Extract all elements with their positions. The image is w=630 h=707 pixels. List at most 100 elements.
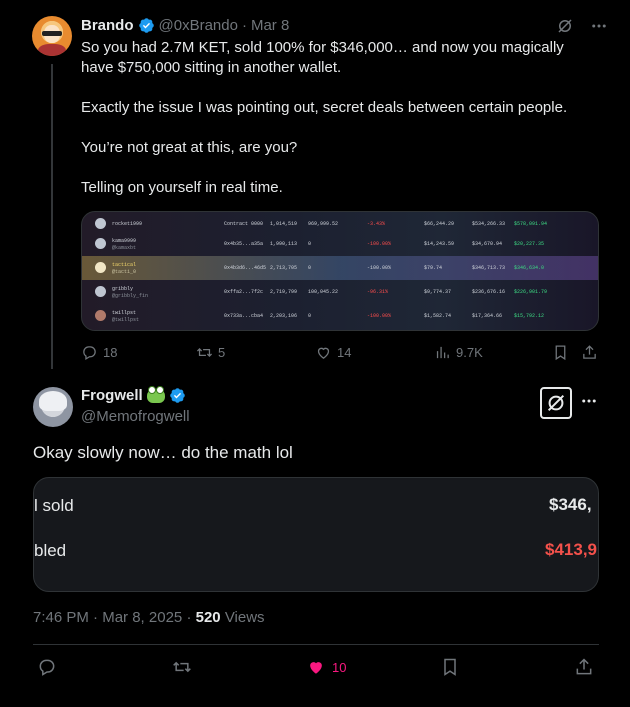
- reply-button[interactable]: [37, 657, 57, 677]
- media-cell: 0x4b3d6...46d5: [224, 265, 267, 271]
- separator-dot: ·: [93, 609, 99, 626]
- main-tweet-author: Frogwell: [81, 385, 186, 404]
- author-handle[interactable]: @0xBrando: [159, 17, 238, 34]
- bookmark-icon: [555, 345, 566, 361]
- media-cell: 0x4b35...a35a: [224, 241, 264, 247]
- main-tweet-text: Okay slowly now… do the math lol: [33, 443, 293, 462]
- views-chart-icon: [436, 346, 449, 359]
- views-label: Views: [224, 609, 265, 626]
- grok-icon: [547, 394, 565, 412]
- media-cell: -96.31%: [367, 289, 389, 295]
- media-cell: 0: [308, 313, 312, 319]
- parent-tweet[interactable]: Brando @0xBrando · Mar 8 So you had 2.7M…: [0, 0, 630, 380]
- media-cell: $34,670.94: [472, 241, 503, 247]
- media-cell: 100,045.22: [308, 289, 339, 295]
- tweet-paragraph: Telling on yourself in real time.: [81, 179, 283, 196]
- media-cell: $15,792.12: [514, 313, 545, 319]
- media-cell: @twillpst: [112, 317, 140, 323]
- card-label-second: bled: [34, 541, 67, 560]
- frog-emoji-icon: [146, 385, 165, 403]
- card-value-sold: $346,: [549, 495, 592, 514]
- separator-dot: ·: [186, 609, 192, 626]
- author-handle[interactable]: @Memofrogwell: [81, 408, 190, 425]
- media-avatar: [95, 238, 106, 249]
- reply-button[interactable]: 18: [81, 344, 117, 361]
- media-cell: 0x733a...cba4: [224, 313, 264, 319]
- main-tweet-actions: 10: [33, 657, 599, 679]
- tweet-media-card[interactable]: l sold $346, bled $413,9: [33, 477, 599, 592]
- repost-button[interactable]: [172, 657, 192, 677]
- reply-icon: [83, 346, 96, 361]
- share-icon: [583, 345, 596, 359]
- tweet-time[interactable]: 7:46 PM: [33, 609, 89, 626]
- author-name[interactable]: Frogwell: [81, 387, 143, 404]
- like-button[interactable]: 10: [306, 657, 346, 677]
- media-cell: $236,676.16: [472, 289, 506, 295]
- share-button[interactable]: [581, 344, 598, 361]
- media-cell: $79.74: [424, 265, 443, 271]
- tweet-media-image[interactable]: rocket1999 Contract 0000 1,014,519 969,9…: [81, 211, 599, 331]
- repost-icon: [173, 661, 191, 673]
- media-avatar: [95, 262, 106, 273]
- media-cell: 969,999.52: [308, 221, 339, 227]
- media-cell: -100.00%: [367, 241, 392, 247]
- grok-button[interactable]: [540, 387, 572, 419]
- media-cell: Contract 0000: [224, 221, 264, 227]
- media-avatar: [95, 310, 106, 321]
- media-cell: $346,713.73: [472, 265, 506, 271]
- media-cell: -100.00%: [367, 313, 392, 319]
- tweet-full-date[interactable]: Mar 8, 2025: [102, 609, 182, 626]
- parent-tweet-text: So you had 2.7M KET, sold 100% for $346,…: [81, 38, 591, 218]
- repost-count: 5: [218, 345, 226, 360]
- more-options-icon[interactable]: [580, 392, 598, 410]
- like-button[interactable]: 14: [315, 344, 351, 361]
- media-cell: $1,582.74: [424, 313, 452, 319]
- like-count: 14: [337, 345, 352, 360]
- separator-dot: ·: [241, 17, 247, 34]
- views-count: 520: [195, 609, 221, 626]
- tweet-paragraph: Exactly the issue I was pointing out, se…: [81, 99, 568, 116]
- media-cell: 0: [308, 241, 312, 247]
- media-cell: 0xffa2...7f2c: [224, 289, 264, 295]
- media-cell: -100.00%: [367, 265, 392, 271]
- media-cell: $66,244.29: [424, 221, 455, 227]
- media-cell: rocket1999: [112, 221, 143, 227]
- media-table-row-highlighted: tactical @tacti_0 0x4b3d6...46d5 2,713,7…: [82, 256, 598, 280]
- verified-badge-icon: [138, 18, 154, 33]
- media-cell: 1,014,519: [270, 221, 298, 227]
- divider: [33, 644, 599, 645]
- media-cell: $226,901.79: [514, 289, 548, 295]
- more-options-icon[interactable]: [590, 17, 608, 35]
- media-cell: 2,203,106: [270, 313, 298, 319]
- tweet-date[interactable]: Mar 8: [251, 17, 289, 34]
- media-cell: tactical: [112, 262, 137, 268]
- avatar[interactable]: [32, 16, 72, 56]
- media-avatar: [95, 218, 106, 229]
- media-cell: gribbly: [112, 286, 134, 292]
- media-cell: twillpst: [112, 310, 137, 316]
- media-cell: 1,990,113: [270, 241, 298, 247]
- media-cell: $534,266.33: [472, 221, 506, 227]
- bookmark-button[interactable]: [552, 344, 569, 361]
- share-button[interactable]: [574, 657, 594, 677]
- views-button[interactable]: 9.7K: [434, 344, 483, 361]
- media-cell: kama9999: [112, 238, 137, 244]
- media-cell: @tacti_0: [112, 269, 137, 275]
- grok-icon[interactable]: [556, 17, 574, 35]
- tweet-metadata: 7:46 PM · Mar 8, 2025 · 520 Views: [33, 609, 265, 626]
- author-name[interactable]: Brando: [81, 17, 134, 34]
- like-count: 10: [332, 659, 347, 675]
- media-cell: $578,091.94: [514, 221, 548, 227]
- media-cell: $346,634.0: [514, 265, 545, 271]
- tweet-paragraph: You’re not great at this, are you?: [81, 139, 298, 156]
- verified-badge-icon: [169, 388, 185, 403]
- parent-tweet-top-actions: [556, 17, 608, 35]
- media-cell: 2,719,799: [270, 289, 298, 295]
- media-cell: @kamaxbt: [112, 245, 137, 251]
- repost-button[interactable]: 5: [196, 344, 225, 361]
- bookmark-button[interactable]: [440, 657, 460, 677]
- bookmark-icon: [444, 658, 456, 676]
- avatar[interactable]: [33, 387, 73, 427]
- media-cell: -3.43%: [367, 221, 386, 227]
- media-avatar: [95, 286, 106, 297]
